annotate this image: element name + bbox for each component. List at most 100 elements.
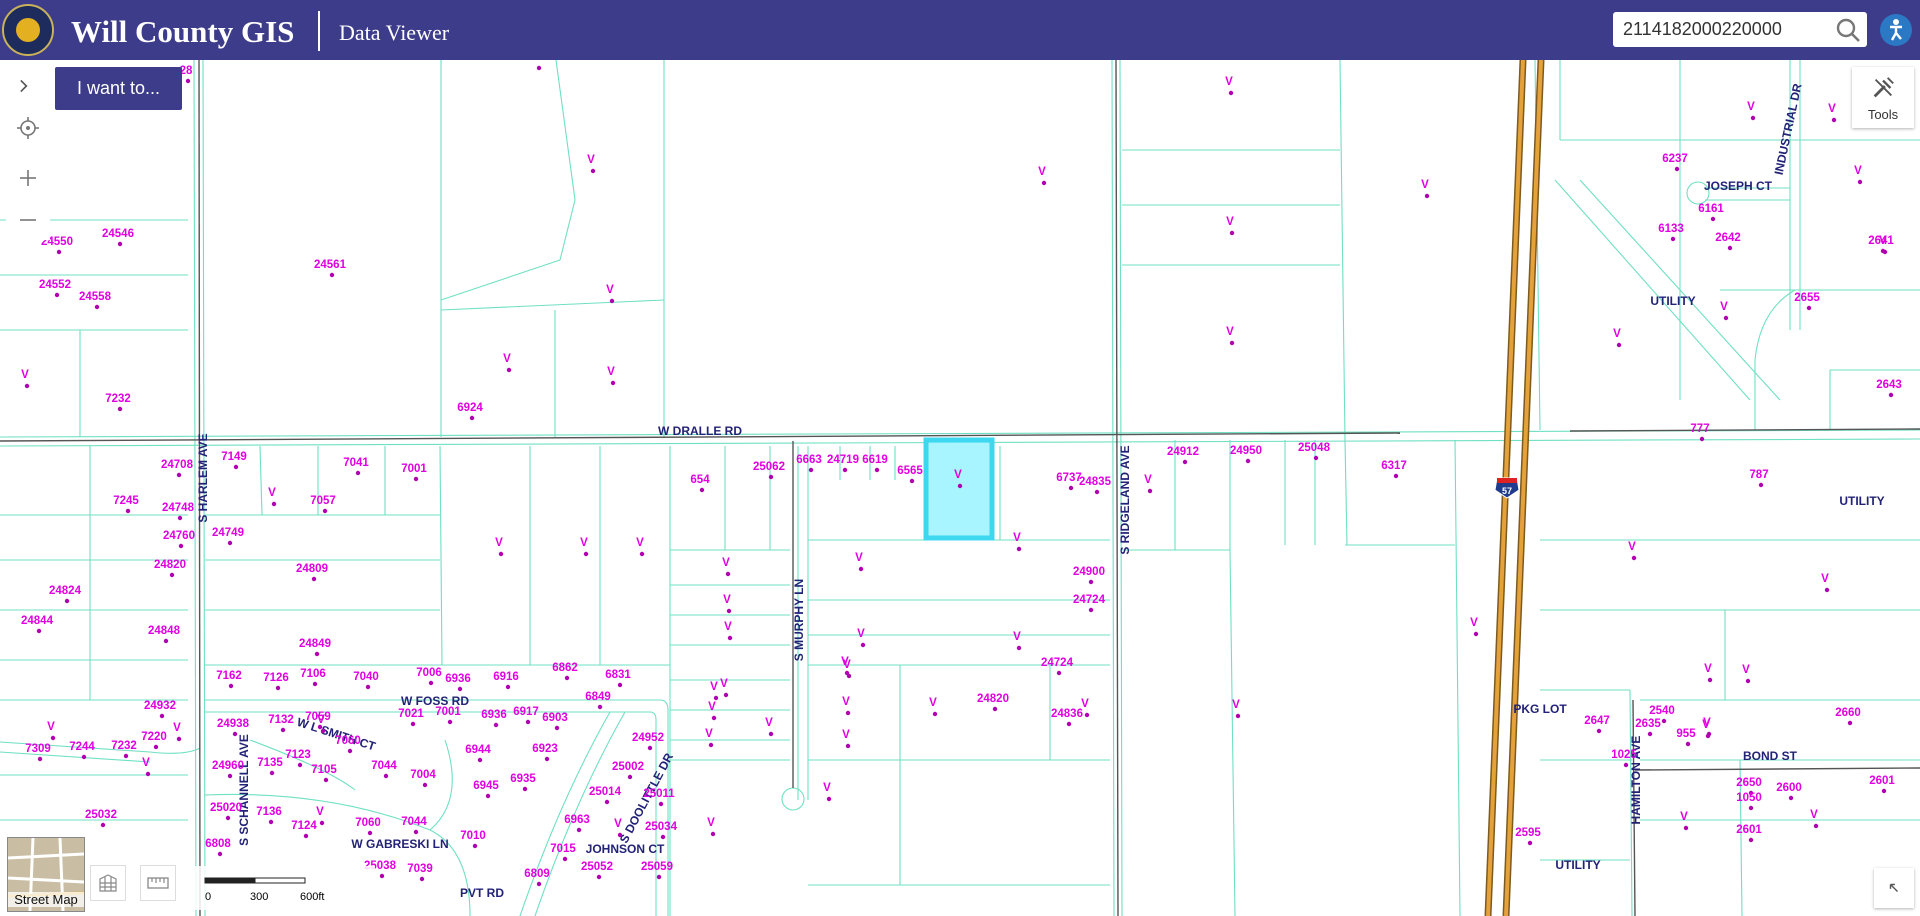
- vacant-marker: V: [142, 757, 150, 769]
- road-label: S MURPHY LN: [792, 579, 806, 661]
- parcel-point: [617, 682, 623, 688]
- vacant-marker: V: [1879, 235, 1887, 247]
- vacant-marker: V: [316, 806, 324, 818]
- parcel-point: [710, 831, 716, 837]
- parcel-point: [1788, 795, 1794, 801]
- vacant-marker: V: [1742, 664, 1750, 676]
- parcel-point: [525, 719, 531, 725]
- tools-button[interactable]: Tools: [1852, 67, 1914, 128]
- parcel-number-label: 6924: [457, 402, 483, 414]
- parcel-point: [379, 873, 385, 879]
- parcel-point: [269, 770, 275, 776]
- parcel-point: [1707, 677, 1713, 683]
- parcel-point: [365, 684, 371, 690]
- parcel-point: [725, 571, 731, 577]
- parcel-point: [275, 685, 281, 691]
- vacant-marker: V: [1081, 698, 1089, 710]
- plus-icon: [20, 170, 36, 186]
- parcel-number-label: 6737: [1056, 472, 1082, 484]
- parcel-point: [1683, 825, 1689, 831]
- parcel-point: [100, 822, 106, 828]
- parcel-point: [169, 572, 175, 578]
- vacant-marker: V: [317, 714, 325, 726]
- parcel-point: [1748, 805, 1754, 811]
- parcel-point: [314, 651, 320, 657]
- parcel-point: [727, 635, 733, 641]
- collapse-arrow-button[interactable]: [1874, 868, 1914, 908]
- map-canvas[interactable]: 57 W DRALLE RD S HARLEM AVE S RIDGELAND AV…: [0, 60, 1920, 916]
- parcel-number-label: 6619: [862, 454, 888, 466]
- road-label: PVT RD: [460, 886, 504, 900]
- parcel-number-label: 7106: [300, 668, 326, 680]
- parcel-point: [1748, 837, 1754, 843]
- parcel-point: [1881, 788, 1887, 794]
- parcel-number-label: 7044: [401, 816, 427, 828]
- search-input[interactable]: [1613, 12, 1828, 47]
- layers-button[interactable]: [90, 865, 126, 901]
- i-want-to-button[interactable]: I want to...: [55, 67, 182, 110]
- parcel-point: [639, 551, 645, 557]
- parcel-point: [1182, 459, 1188, 465]
- parcel-number-label: 24952: [632, 732, 664, 744]
- crosshair-icon: [17, 117, 39, 139]
- parcel-point: [1727, 245, 1733, 251]
- zoom-out-button[interactable]: [6, 200, 50, 240]
- parcel-number-label: 6862: [552, 662, 578, 674]
- parcel-point: [125, 508, 131, 514]
- accessibility-icon[interactable]: [1880, 14, 1912, 46]
- parcel-point: [413, 829, 419, 835]
- basemap-switcher[interactable]: Street Map: [7, 837, 85, 912]
- search-icon[interactable]: [1835, 17, 1861, 43]
- parcel-point: [472, 843, 478, 849]
- parcel-number-label: 7006: [416, 667, 442, 679]
- parcel-point: [477, 757, 483, 763]
- parcel-number-label: 7232: [111, 740, 137, 752]
- parcel-point: [1674, 166, 1680, 172]
- vacant-marker: V: [607, 366, 615, 378]
- parcel-number-label: 7309: [25, 743, 51, 755]
- parcel-point: [163, 638, 169, 644]
- parcel-point: [723, 692, 729, 698]
- parcel-point: [457, 686, 463, 692]
- parcel-number-label: 6831: [605, 669, 631, 681]
- vacant-marker: V: [705, 728, 713, 740]
- locate-button[interactable]: [6, 108, 50, 148]
- parcel-number-label: 6936: [445, 673, 471, 685]
- parcel-point: [1229, 230, 1235, 236]
- parcel-point: [329, 272, 335, 278]
- parcel-number-label: 24724: [1041, 657, 1074, 669]
- parcel-number-label: 7105: [311, 764, 337, 776]
- vacant-marker: V: [857, 628, 865, 640]
- parcel-number-label: 6923: [532, 743, 558, 755]
- parcel-point: [217, 851, 223, 857]
- parcel-point: [1084, 712, 1090, 718]
- parcel-point: [597, 704, 603, 710]
- parcel-number-label: 25048: [1298, 442, 1331, 454]
- parcel-point: [1623, 762, 1629, 768]
- parcel-point: [227, 540, 233, 546]
- parcel-point: [322, 508, 328, 514]
- parcel-point: [320, 728, 326, 734]
- parcel-number-label: 7135: [257, 757, 283, 769]
- parcel-number-label: 24748: [162, 502, 195, 514]
- scale-label-300: 300: [250, 891, 268, 903]
- parcel-point: [367, 830, 373, 836]
- parcel-point: [627, 774, 633, 780]
- parcel-number-label: 25020: [210, 802, 242, 814]
- panel-toggle-button[interactable]: [0, 66, 48, 106]
- parcel-number-label: 6849: [585, 691, 611, 703]
- selected-parcel[interactable]: [923, 437, 995, 541]
- parcel-number-label: 7060: [355, 817, 381, 829]
- search-box[interactable]: [1613, 12, 1867, 47]
- scale-toggle-button[interactable]: [140, 865, 176, 901]
- parcel-number-label: 1050: [1736, 792, 1762, 804]
- app-subtitle: Data Viewer: [339, 20, 450, 45]
- parcel-number-label: 2601: [1869, 775, 1895, 787]
- zoom-in-button[interactable]: [6, 158, 50, 198]
- parcel-point: [554, 725, 560, 731]
- parcel-point: [319, 820, 325, 826]
- parcel-point: [596, 874, 602, 880]
- parcel-number-label: 7220: [141, 731, 167, 743]
- map-view[interactable]: 57 W DRALLE RD S HARLEM AVE S RIDGELAND AV…: [0, 60, 1920, 916]
- parcel-point: [1806, 305, 1812, 311]
